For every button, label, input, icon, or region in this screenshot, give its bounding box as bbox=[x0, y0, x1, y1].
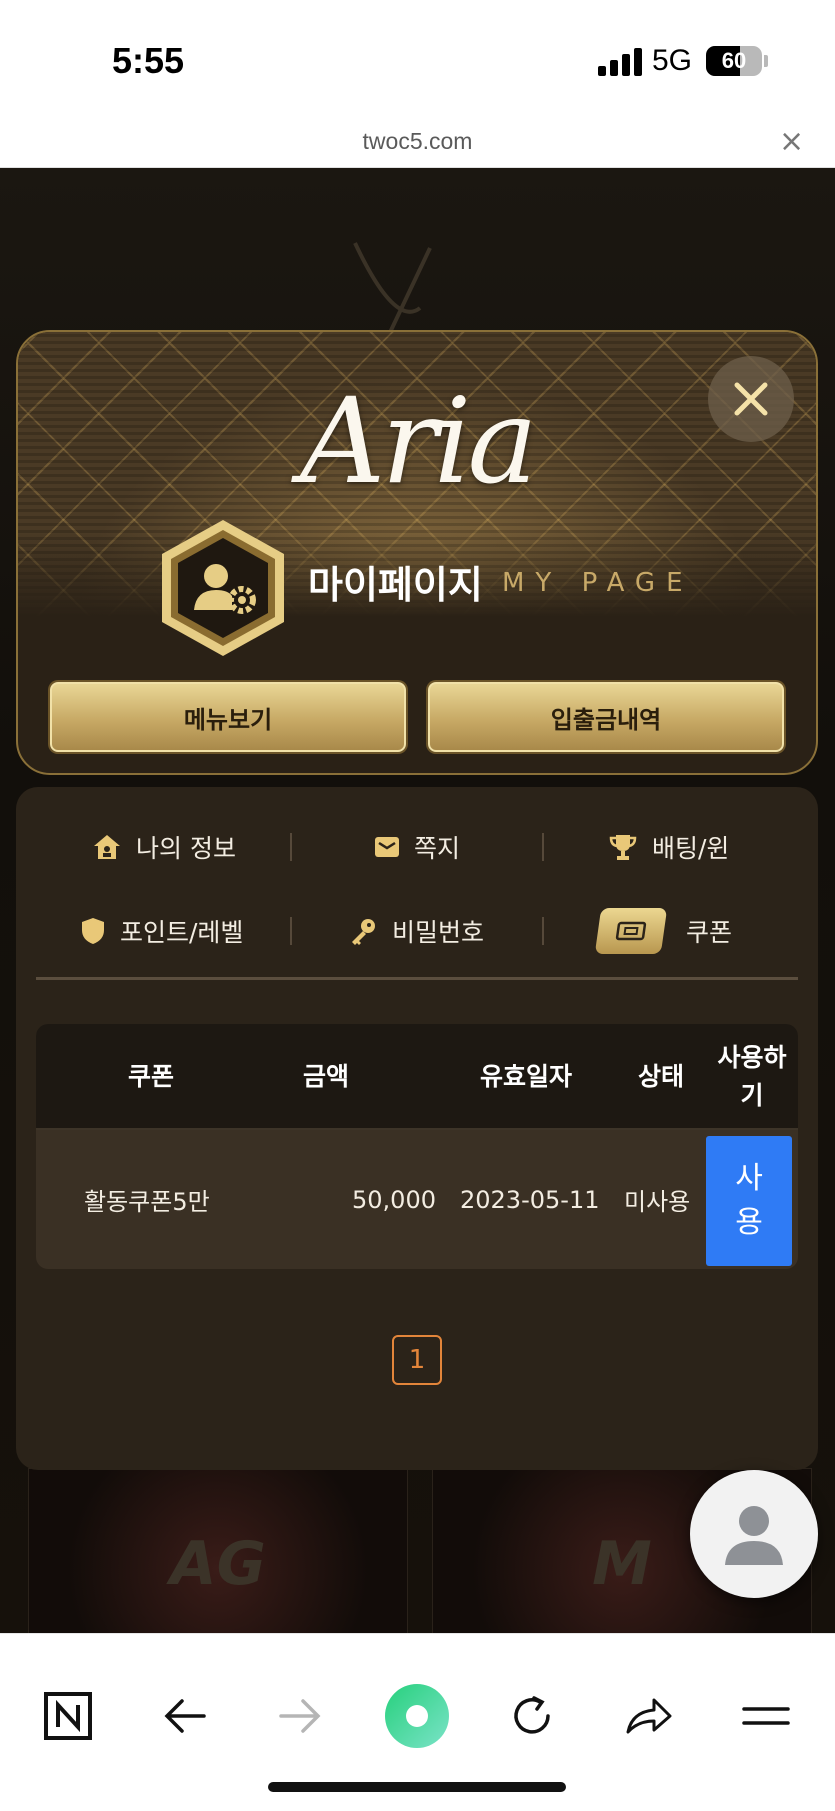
menu-divider bbox=[290, 917, 292, 945]
back-button[interactable] bbox=[153, 1684, 217, 1748]
trophy-icon bbox=[608, 832, 638, 862]
coupon-status: 미사용 bbox=[624, 1188, 691, 1216]
status-bar: 5:55 5G 60 bbox=[0, 0, 835, 120]
page-subtitle: MY PAGE bbox=[502, 568, 694, 598]
home-indicator bbox=[268, 1782, 566, 1792]
aria-logo: Aria bbox=[300, 372, 538, 510]
forward-icon bbox=[279, 1699, 321, 1733]
home-icon bbox=[92, 832, 122, 862]
mail-icon bbox=[374, 835, 400, 859]
person-icon bbox=[725, 1506, 783, 1565]
battery-tip bbox=[764, 55, 768, 67]
background-logo-mark bbox=[353, 242, 432, 344]
menu-button[interactable] bbox=[734, 1684, 798, 1748]
shield-icon bbox=[80, 916, 106, 946]
transaction-history-button[interactable]: 입출금내역 bbox=[428, 682, 784, 752]
profile-hexagon bbox=[158, 518, 288, 658]
menu-divider bbox=[290, 833, 292, 861]
menu-divider bbox=[542, 917, 544, 945]
tab-underline bbox=[36, 977, 798, 980]
tab-label: 비밀번호 bbox=[392, 918, 485, 947]
table-header: 쿠폰 금액 유효일자 상태 사용하 기 bbox=[36, 1024, 798, 1130]
naver-home-button[interactable] bbox=[36, 1684, 100, 1748]
page-title: 마이페이지 bbox=[308, 563, 483, 607]
tab-label: 쿠폰 bbox=[686, 918, 733, 947]
column-header: 사용하 기 bbox=[717, 1043, 787, 1110]
tab-betting[interactable]: 배팅/윈 bbox=[608, 822, 729, 872]
column-header: 유효일자 bbox=[479, 1062, 572, 1091]
refresh-button[interactable] bbox=[500, 1684, 564, 1748]
tab-coupon[interactable]: 쿠폰 bbox=[594, 900, 733, 962]
tab-my-info[interactable]: 나의 정보 bbox=[92, 822, 236, 872]
support-avatar-button[interactable] bbox=[690, 1470, 818, 1598]
background-game-thumb: AG bbox=[28, 1468, 408, 1633]
tab-points-level[interactable]: 포인트/레벨 bbox=[80, 906, 243, 956]
signal-icon bbox=[598, 48, 642, 76]
tab-label: 배팅/윈 bbox=[652, 834, 730, 863]
status-time: 5:55 bbox=[112, 40, 185, 81]
battery-icon: 60 bbox=[706, 46, 762, 76]
browser-bottom-bar bbox=[0, 1633, 835, 1811]
network-type: 5G bbox=[652, 44, 693, 77]
coupon-expiry: 2023-05-11 bbox=[460, 1185, 600, 1214]
url-bar: twoc5.com × bbox=[0, 120, 835, 168]
mypage-modal-body: 나의 정보 쪽지 배팅/윈 포인트/레벨 비밀번호 쿠폰 쿠폰 금액 유효일자 … bbox=[16, 787, 818, 1470]
green-dot-button[interactable] bbox=[383, 1682, 451, 1750]
tab-label: 나의 정보 bbox=[136, 834, 236, 863]
share-icon bbox=[626, 1698, 672, 1734]
background-thumb-label: AG bbox=[170, 1529, 266, 1599]
column-header: 상태 bbox=[637, 1062, 684, 1091]
back-icon bbox=[164, 1699, 206, 1733]
coupon-name: 활동쿠폰5만 bbox=[84, 1188, 210, 1216]
battery-level: 60 bbox=[721, 48, 747, 73]
tab-password[interactable]: 비밀번호 bbox=[348, 906, 484, 956]
refresh-icon bbox=[514, 1696, 550, 1734]
green-dot-icon bbox=[385, 1684, 449, 1748]
close-tab-button[interactable]: × bbox=[779, 124, 804, 159]
key-icon bbox=[348, 916, 378, 946]
column-header: 쿠폰 bbox=[127, 1062, 174, 1091]
menu-divider bbox=[542, 833, 544, 861]
menu-icon bbox=[742, 1707, 790, 1725]
column-header: 금액 bbox=[302, 1062, 349, 1091]
tab-label: 쪽지 bbox=[414, 834, 461, 863]
forward-button[interactable] bbox=[268, 1684, 332, 1748]
share-button[interactable] bbox=[617, 1684, 681, 1748]
naver-icon bbox=[44, 1692, 92, 1740]
url-text[interactable]: twoc5.com bbox=[0, 128, 835, 155]
use-coupon-button[interactable]: 사 용 bbox=[706, 1136, 792, 1266]
page-number-button[interactable]: 1 bbox=[392, 1335, 442, 1385]
close-icon bbox=[734, 382, 768, 416]
coupon-table: 쿠폰 금액 유효일자 상태 사용하 기 활동쿠폰5만 50,000 2023-0… bbox=[36, 1024, 798, 1269]
menu-view-button[interactable]: 메뉴보기 bbox=[50, 682, 406, 752]
tab-messages[interactable]: 쪽지 bbox=[374, 822, 460, 872]
close-button[interactable] bbox=[708, 356, 794, 442]
ticket-icon bbox=[594, 908, 668, 954]
mypage-modal-header: Aria 마이페이지 MY PAGE 메뉴보기 입출금내역 bbox=[16, 330, 818, 775]
tab-label: 포인트/레벨 bbox=[120, 918, 244, 947]
coupon-amount: 50,000 bbox=[352, 1185, 436, 1214]
